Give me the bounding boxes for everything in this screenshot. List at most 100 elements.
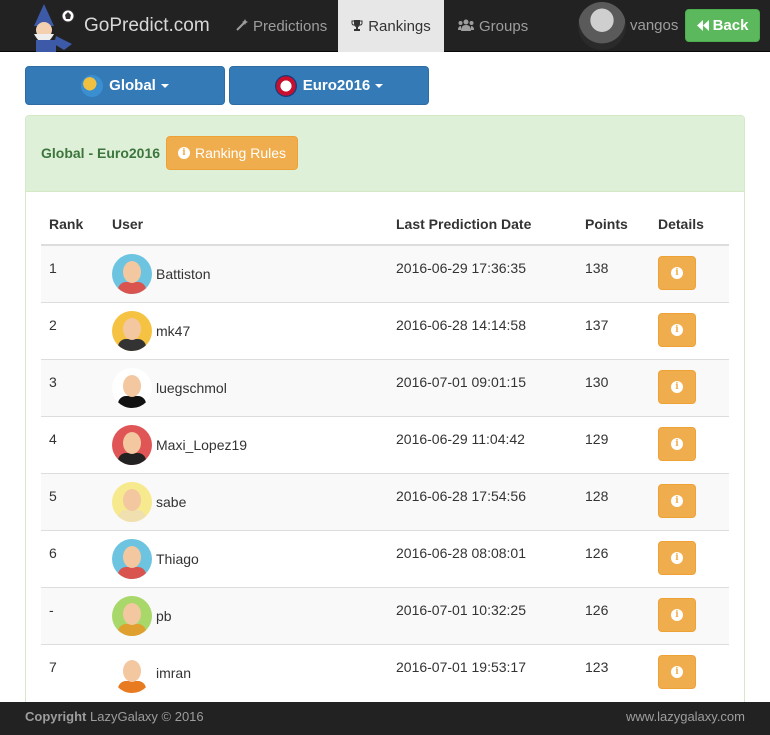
brand-link[interactable]: GoPredict.com (24, 0, 210, 52)
date-cell: 2016-06-29 11:04:42 (388, 415, 577, 473)
details-button[interactable]: i (658, 483, 696, 518)
avatar-face (123, 261, 141, 283)
user-cell: pb (104, 586, 388, 644)
username[interactable]: vangos (630, 17, 678, 34)
avatar-body (118, 680, 146, 693)
user-cell: luegschmol (104, 358, 388, 416)
nav-predictions[interactable]: Predictions (236, 0, 327, 52)
brand-title: GoPredict.com (84, 15, 210, 36)
nav-predictions-label: Predictions (253, 17, 328, 35)
avatar-face (123, 659, 141, 682)
scope-label: Global (109, 77, 156, 94)
table-row: 6 Thiago 2016-06-28 08:08:01 126 i (41, 529, 729, 587)
avatar-body (118, 395, 146, 408)
back-button-label: Back (712, 17, 749, 34)
user-cell: sabe (104, 472, 388, 530)
user-avatar (112, 424, 152, 465)
details-button[interactable]: i (658, 312, 696, 347)
info-icon: i (671, 665, 683, 678)
euro2016-logo-icon (274, 74, 297, 97)
details-button[interactable]: i (658, 426, 696, 461)
nav-groups[interactable]: Groups (458, 0, 528, 52)
scope-dropdown[interactable]: Global (25, 66, 225, 105)
tournament-label: Euro2016 (302, 77, 371, 94)
backward-icon (696, 20, 709, 31)
avatar-face (123, 545, 141, 568)
user-name[interactable]: imran (156, 665, 191, 681)
ranking-rules-button[interactable]: i Ranking Rules (166, 136, 298, 170)
panel-heading: Global - Euro2016 i Ranking Rules (26, 116, 744, 192)
info-icon: i (671, 437, 683, 450)
header-user: User (104, 212, 388, 246)
nav-groups-label: Groups (479, 17, 529, 35)
details-cell: i (650, 586, 729, 644)
details-cell: i (650, 415, 729, 473)
info-icon: i (671, 494, 683, 507)
rankings-panel: Global - Euro2016 i Ranking Rules Rank U… (25, 115, 745, 715)
info-icon: i (671, 323, 683, 336)
footer-copyright: Copyright LazyGalaxy © 2016 (25, 709, 204, 724)
date-cell: 2016-07-01 09:01:15 (388, 358, 577, 416)
details-cell: i (650, 244, 729, 302)
details-cell: i (650, 358, 729, 416)
copyright-prefix: Copyright (25, 709, 87, 724)
details-button[interactable]: i (658, 540, 696, 575)
rank-cell: 3 (41, 358, 104, 416)
wizard-logo-icon (24, 0, 80, 52)
nav-rankings[interactable]: Rankings (338, 0, 444, 52)
caret-down-icon (160, 83, 169, 88)
footer: Copyright LazyGalaxy © 2016 www.lazygala… (0, 702, 770, 735)
header-points: Points (577, 212, 650, 246)
rank-cell: 1 (41, 244, 104, 302)
avatar-face (123, 374, 141, 397)
points-cell: 137 (577, 301, 650, 359)
date-cell: 2016-06-28 14:14:58 (388, 301, 577, 359)
user-name[interactable]: Thiago (156, 551, 199, 567)
rank-cell: 2 (41, 301, 104, 359)
details-button[interactable]: i (658, 654, 696, 689)
table-row: 1 Battiston 2016-06-29 17:36:35 138 i (41, 244, 729, 302)
top-navbar: GoPredict.com Predictions Rankings Group… (0, 0, 770, 52)
user-avatar (112, 652, 152, 693)
user-name[interactable]: Battiston (156, 266, 210, 282)
nav-rankings-label: Rankings (368, 17, 431, 35)
tournament-dropdown[interactable]: Euro2016 (229, 66, 429, 105)
user-cell: imran (104, 643, 388, 701)
points-cell: 138 (577, 244, 650, 302)
points-cell: 126 (577, 529, 650, 587)
details-button[interactable]: i (658, 256, 696, 290)
user-avatar[interactable] (578, 2, 626, 50)
rank-cell: 7 (41, 643, 104, 701)
points-cell: 123 (577, 643, 650, 701)
back-button[interactable]: Back (685, 9, 760, 42)
user-cell: Battiston (104, 244, 388, 302)
points-cell: 126 (577, 586, 650, 644)
user-avatar (112, 254, 152, 294)
user-name[interactable]: luegschmol (156, 380, 227, 396)
magic-wand-icon (236, 18, 248, 34)
table-row: 5 sabe 2016-06-28 17:54:56 128 i (41, 472, 729, 530)
date-cell: 2016-06-29 17:36:35 (388, 244, 577, 302)
user-name[interactable]: mk47 (156, 323, 190, 339)
user-avatar (112, 481, 152, 522)
header-details: Details (650, 212, 729, 246)
user-cell: mk47 (104, 301, 388, 359)
panel-title: Global - Euro2016 (41, 145, 161, 161)
footer-site-link[interactable]: www.lazygalaxy.com (626, 709, 745, 724)
info-icon: i (671, 608, 683, 621)
points-cell: 128 (577, 472, 650, 530)
avatar-body (118, 566, 146, 579)
details-button[interactable]: i (658, 597, 696, 632)
user-name[interactable]: pb (156, 608, 172, 624)
user-name[interactable]: Maxi_Lopez19 (156, 437, 247, 453)
table-row: - pb 2016-07-01 10:32:25 126 i (41, 586, 729, 644)
date-cell: 2016-06-28 17:54:56 (388, 472, 577, 530)
copyright-rest: LazyGalaxy © 2016 (86, 709, 204, 724)
rank-cell: 6 (41, 529, 104, 587)
rankings-table: Rank User Last Prediction Date Points De… (41, 212, 729, 701)
user-name[interactable]: sabe (156, 494, 186, 510)
details-button[interactable]: i (658, 369, 696, 404)
avatar-face (123, 488, 141, 511)
info-icon: i (671, 551, 683, 564)
user-avatar (112, 595, 152, 636)
